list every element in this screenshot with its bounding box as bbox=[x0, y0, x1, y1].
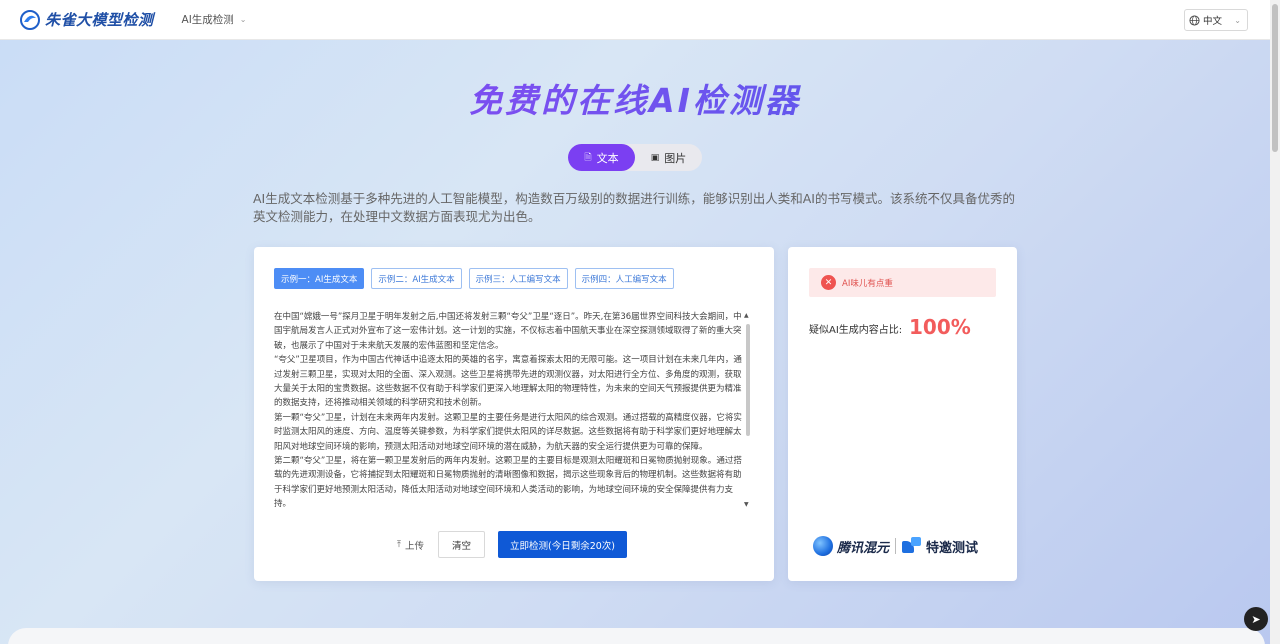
text-paragraph: 在中国“嫦娥一号”探月卫星于明年发射之后,中国还将发射三颗“夸父”卫星“逐日”。… bbox=[274, 312, 742, 351]
chevron-down-icon: ⌄ bbox=[1234, 15, 1241, 25]
upload-icon: ⤒ bbox=[397, 539, 401, 550]
text-area-scrollbar[interactable]: ▲ ▼ bbox=[744, 310, 752, 510]
result-panel: ✕ AI味儿有点重 疑似AI生成内容占比: 100% 腾讯混元 特邀测试 bbox=[788, 247, 1017, 581]
intro-description: AI生成文本检测基于多种先进的人工智能模型，构造数百万级别的数据进行训练，能够识… bbox=[253, 191, 1015, 224]
example-button-4[interactable]: 示例四：人工编写文本 bbox=[574, 268, 674, 289]
document-icon: 🗎 bbox=[584, 152, 592, 163]
nav-ai-detection-menu[interactable]: AI生成检测 ⌄ bbox=[182, 12, 247, 27]
send-icon: ➤ bbox=[1251, 612, 1261, 626]
top-nav-bar: 朱雀大模型检测 AI生成检测 ⌄ 中文 ⌄ bbox=[0, 0, 1270, 40]
page-scrollbar[interactable] bbox=[1270, 0, 1280, 644]
tab-text-label: 文本 bbox=[596, 151, 619, 165]
tab-image-label: 图片 bbox=[664, 151, 687, 165]
zhuque-logo-icon bbox=[20, 9, 40, 30]
partner-branding: 腾讯混元 特邀测试 bbox=[813, 536, 978, 556]
brand-logo[interactable]: 朱雀大模型检测 bbox=[20, 9, 154, 30]
nav-ai-detection-label: AI生成检测 bbox=[181, 14, 234, 26]
partner-name: 腾讯混元 bbox=[837, 540, 890, 556]
scroll-down-arrow-icon[interactable]: ▼ bbox=[744, 501, 749, 508]
example-button-3[interactable]: 示例三：人工编写文本 bbox=[468, 268, 568, 289]
language-select[interactable]: 中文 ⌄ bbox=[1184, 9, 1248, 31]
ai-ratio-label: 疑似AI生成内容占比: bbox=[809, 325, 903, 336]
example-button-1[interactable]: 示例一：AI生成文本 bbox=[274, 268, 365, 289]
error-x-icon: ✕ bbox=[821, 275, 836, 290]
partner-tag: 特邀测试 bbox=[926, 540, 979, 556]
tab-image[interactable]: ▣ 图片 bbox=[635, 144, 702, 171]
example-button-2[interactable]: 示例二：AI生成文本 bbox=[371, 268, 462, 289]
brand-name: 朱雀大模型检测 bbox=[45, 11, 154, 29]
tab-text[interactable]: 🗎 文本 bbox=[568, 144, 635, 171]
clear-button[interactable]: 清空 bbox=[438, 531, 485, 558]
action-bar: ⤒ 上传 清空 立即检测(今日剩余20次) bbox=[397, 531, 627, 558]
hunyuan-logo-icon bbox=[813, 536, 833, 556]
text-input-area[interactable]: 在中国“嫦娥一号”探月卫星于明年发射之后,中国还将发射三颗“夸父”卫星“逐日”。… bbox=[274, 310, 748, 510]
upload-button[interactable]: ⤒ 上传 bbox=[397, 538, 424, 552]
brand-divider bbox=[895, 538, 897, 554]
detector-panel: 示例一：AI生成文本 示例二：AI生成文本 示例三：人工编写文本 示例四：人工编… bbox=[254, 247, 774, 581]
send-feedback-button[interactable]: ➤ bbox=[1244, 607, 1268, 631]
image-icon: ▣ bbox=[650, 152, 660, 163]
detect-button[interactable]: 立即检测(今日剩余20次) bbox=[498, 531, 627, 558]
result-alert-text: AI味儿有点重 bbox=[842, 278, 893, 289]
mode-tabs: 🗎 文本 ▣ 图片 bbox=[568, 144, 702, 171]
example-buttons: 示例一：AI生成文本 示例二：AI生成文本 示例三：人工编写文本 示例四：人工编… bbox=[274, 268, 681, 289]
ai-ratio-value: 100% bbox=[909, 315, 971, 339]
page-title: 免费的在线AI检测器 bbox=[0, 74, 1270, 122]
bottom-section-card bbox=[8, 628, 1265, 644]
scroll-up-arrow-icon[interactable]: ▲ bbox=[744, 312, 749, 319]
globe-icon bbox=[1189, 14, 1200, 26]
invite-test-icon bbox=[902, 537, 922, 555]
result-alert: ✕ AI味儿有点重 bbox=[809, 268, 996, 297]
upload-label: 上传 bbox=[404, 540, 424, 552]
language-label: 中文 bbox=[1203, 16, 1223, 27]
page-scrollbar-thumb[interactable] bbox=[1272, 4, 1278, 152]
text-paragraph: “夸父”卫星项目，作为中国古代神话中追逐太阳的英雄的名字，寓意着探索太阳的无限可… bbox=[274, 355, 742, 409]
text-paragraph: 第二颗“夸父”卫星，将在第一颗卫星发射后的两年内发射。这颗卫星的主要目标是观测太… bbox=[274, 456, 742, 510]
text-paragraph: 第一颗“夸父”卫星，计划在未来两年内发射。这颗卫星的主要任务是进行太阳风的综合观… bbox=[274, 412, 742, 452]
chevron-down-icon: ⌄ bbox=[239, 15, 247, 24]
text-area-scrollbar-thumb[interactable] bbox=[746, 324, 750, 436]
